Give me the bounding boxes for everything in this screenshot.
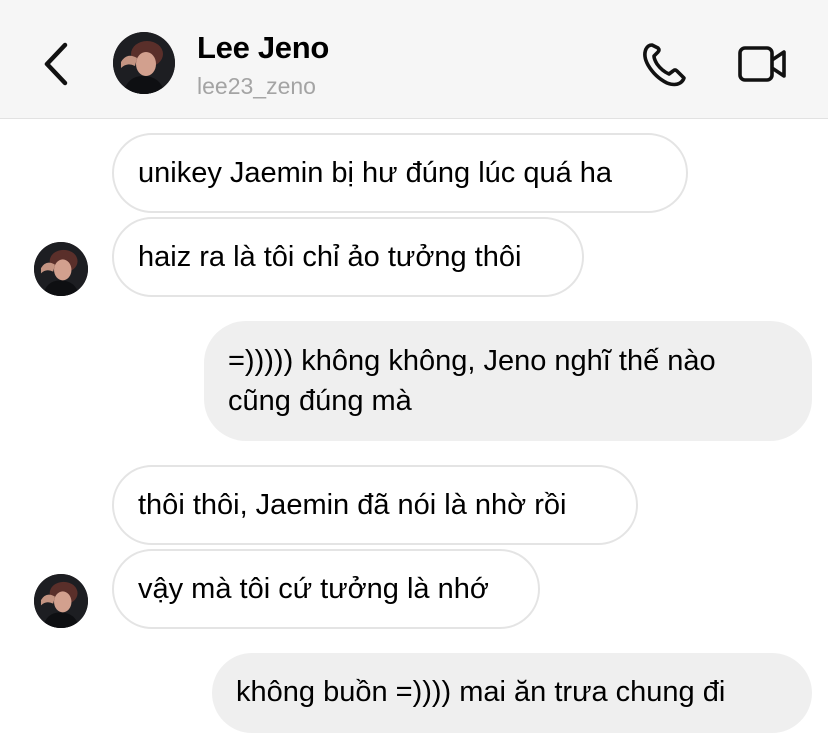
video-camera-icon (738, 46, 786, 82)
incoming-message-bubble[interactable]: thôi thôi, Jaemin đã nói là nhờ rồi (112, 465, 638, 545)
sender-avatar[interactable] (34, 242, 88, 296)
outgoing-message-bubble[interactable]: không buồn =)))) mai ăn trưa chung đi (212, 653, 812, 733)
message-text: thôi thôi, Jaemin đã nói là nhờ rồi (138, 489, 567, 521)
contact-avatar[interactable] (113, 32, 175, 94)
back-button[interactable] (34, 38, 78, 90)
chevron-left-icon (44, 42, 68, 86)
incoming-message-bubble[interactable]: unikey Jaemin bị hư đúng lúc quá ha (112, 133, 688, 213)
call-button[interactable] (640, 40, 692, 88)
message-text-line: =))))) không không, Jeno nghĩ thế nào (228, 345, 716, 377)
sender-avatar[interactable] (34, 574, 88, 628)
incoming-message-bubble[interactable]: haiz ra là tôi chỉ ảo tưởng thôi (112, 217, 584, 297)
outgoing-message-bubble[interactable]: =))))) không không, Jeno nghĩ thế nào cũ… (204, 321, 812, 441)
message-text: haiz ra là tôi chỉ ảo tưởng thôi (138, 241, 522, 273)
message-text-line: cũng đúng mà (228, 385, 412, 417)
incoming-message-bubble[interactable]: vậy mà tôi cứ tưởng là nhớ (112, 549, 540, 629)
contact-name[interactable]: Lee Jeno (197, 30, 329, 66)
phone-icon (643, 43, 686, 87)
message-text: unikey Jaemin bị hư đúng lúc quá ha (138, 157, 613, 189)
chat-header: Lee Jeno lee23_zeno (0, 0, 828, 119)
contact-handle[interactable]: lee23_zeno (197, 73, 316, 100)
video-call-button[interactable] (736, 42, 790, 86)
message-text: không buồn =)))) mai ăn trưa chung đi (236, 676, 726, 708)
message-text: vậy mà tôi cứ tưởng là nhớ (138, 573, 489, 605)
